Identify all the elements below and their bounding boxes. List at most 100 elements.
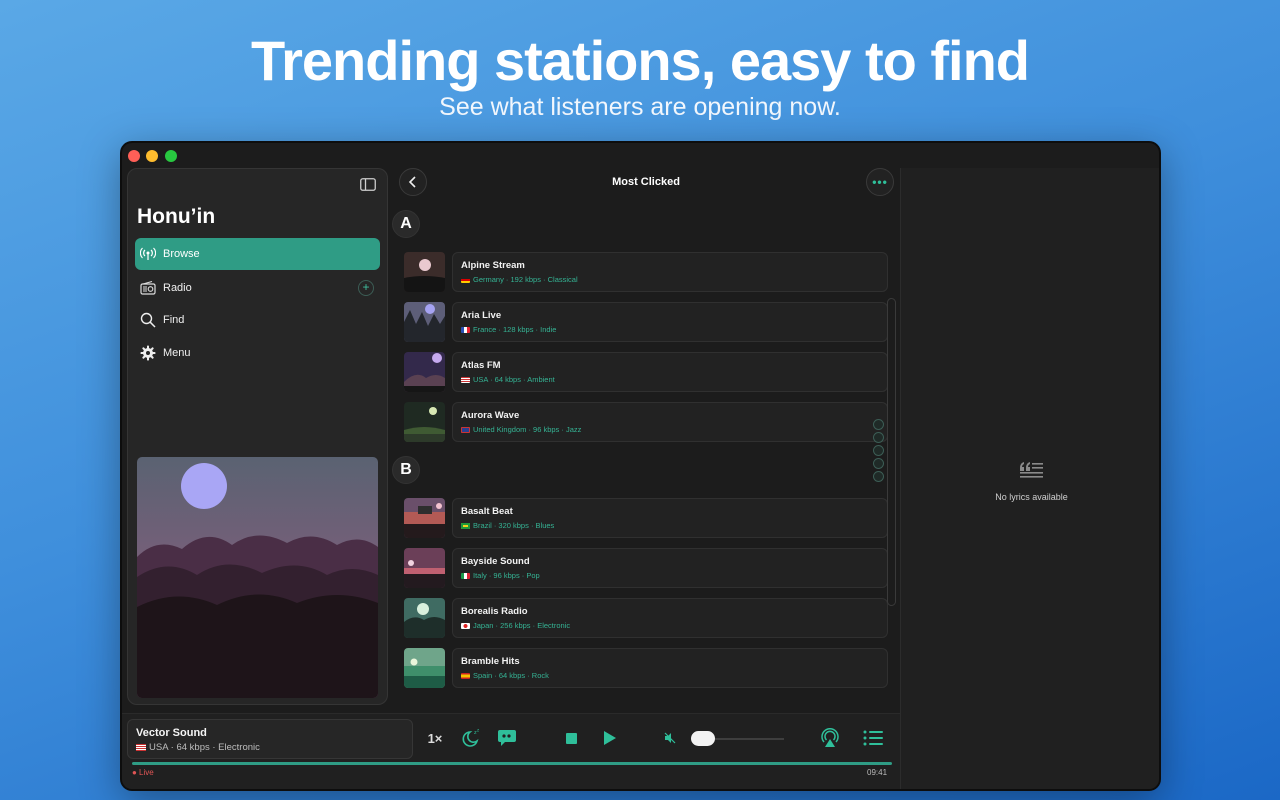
sidebar: Honu’in Browse Radio + Find Menu — [127, 168, 388, 705]
station-meta: Italy · 96 kbps · Pop — [461, 571, 540, 580]
station-artwork — [404, 402, 445, 442]
sleep-timer-button[interactable]: z z — [460, 726, 482, 750]
lyrics-quote-icon — [1020, 462, 1043, 478]
svg-text:z: z — [477, 728, 479, 733]
sidebar-item-label: Menu — [163, 347, 191, 359]
station-card: Bramble Hits Spain · 64 kbps · Rock — [452, 648, 888, 688]
broadcast-icon — [139, 245, 157, 263]
station-card: Alpine Stream Germany · 192 kbps · Class… — [452, 252, 888, 292]
lyrics-button[interactable] — [496, 726, 518, 750]
queue-button[interactable] — [862, 726, 884, 750]
flag-japan-icon — [461, 623, 470, 630]
search-icon — [139, 311, 157, 329]
station-meta: Germany · 192 kbps · Classical — [461, 275, 578, 284]
list-item[interactable]: Atlas FM USA · 64 kbps · Ambient — [404, 352, 888, 392]
list-item[interactable]: Aurora Wave United Kingdom · 96 kbps · J… — [404, 402, 888, 442]
list-item[interactable]: Borealis Radio Japan · 256 kbps · Electr… — [404, 598, 888, 638]
section-index-scrubber[interactable] — [887, 298, 896, 606]
list-item[interactable]: Alpine Stream Germany · 192 kbps · Class… — [404, 252, 888, 292]
hero-title: Trending stations, easy to find — [251, 29, 1030, 92]
page-title: Most Clicked — [612, 176, 680, 188]
list-item[interactable]: Bramble Hits Spain · 64 kbps · Rock — [404, 648, 888, 688]
flag-italy-icon — [461, 573, 470, 580]
lyrics-panel: No lyrics available — [900, 168, 1159, 789]
sidebar-toggle-icon[interactable] — [360, 178, 376, 191]
stop-button[interactable] — [564, 726, 578, 750]
play-button[interactable] — [600, 726, 620, 750]
station-card: Basalt Beat Brazil · 320 kbps · Blues — [452, 498, 888, 538]
live-indicator: ● Live — [132, 768, 154, 777]
radio-icon — [139, 279, 157, 297]
flag-france-icon — [461, 327, 470, 334]
sidebar-item-browse[interactable]: Browse — [135, 238, 380, 270]
station-name: Alpine Stream — [461, 260, 525, 271]
flag-germany-icon — [461, 277, 470, 284]
volume-slider-knob[interactable] — [691, 731, 716, 746]
flag-spain-icon — [461, 673, 470, 680]
station-artwork — [404, 302, 445, 342]
station-name: Basalt Beat — [461, 506, 513, 517]
station-meta: Spain · 64 kbps · Rock — [461, 671, 549, 680]
add-radio-button[interactable]: + — [358, 280, 374, 296]
section-header-a: A — [392, 210, 420, 238]
sidebar-item-label: Find — [163, 314, 185, 326]
close-window-button[interactable] — [128, 150, 140, 162]
sidebar-item-radio[interactable]: Radio + — [135, 272, 380, 304]
playback-speed-button[interactable]: 1× — [423, 726, 447, 750]
station-list-panel: Most Clicked ••• A Alpine Stream Germany… — [392, 168, 900, 711]
index-shortcut-icon[interactable] — [873, 445, 884, 456]
sidebar-item-find[interactable]: Find — [135, 304, 380, 336]
station-artwork — [404, 548, 445, 588]
station-meta: Japan · 256 kbps · Electronic — [461, 621, 570, 630]
list-item[interactable]: Basalt Beat Brazil · 320 kbps · Blues — [404, 498, 888, 538]
index-shortcut-icon[interactable] — [873, 419, 884, 430]
minimize-window-button[interactable] — [146, 150, 158, 162]
section-header-b: B — [392, 456, 420, 484]
now-playing-title: Vector Sound — [136, 727, 207, 739]
station-name: Aurora Wave — [461, 410, 520, 421]
flag-uk-icon — [461, 427, 470, 434]
sidebar-item-menu[interactable]: Menu — [135, 337, 380, 369]
station-card: Aurora Wave United Kingdom · 96 kbps · J… — [452, 402, 888, 442]
list-item[interactable]: Bayside Sound Italy · 96 kbps · Pop — [404, 548, 888, 588]
station-name: Bayside Sound — [461, 556, 530, 567]
now-playing-card[interactable]: Vector Sound USA · 64 kbps · Electronic — [127, 719, 413, 759]
station-artwork — [404, 598, 445, 638]
station-name: Atlas FM — [461, 360, 501, 371]
station-meta: France · 128 kbps · Indie — [461, 325, 556, 334]
list-icon — [863, 730, 883, 746]
station-meta: Brazil · 320 kbps · Blues — [461, 521, 554, 530]
airplay-button[interactable] — [819, 726, 841, 750]
station-artwork — [404, 352, 445, 392]
playback-progress-bar[interactable] — [132, 762, 892, 765]
station-card: Atlas FM USA · 64 kbps · Ambient — [452, 352, 888, 392]
sidebar-item-label: Radio — [163, 282, 192, 294]
station-card: Bayside Sound Italy · 96 kbps · Pop — [452, 548, 888, 588]
sidebar-item-label: Browse — [163, 248, 200, 260]
gear-icon — [139, 344, 157, 362]
player-bar: Vector Sound USA · 64 kbps · Electronic … — [122, 713, 900, 789]
station-name: Bramble Hits — [461, 656, 520, 667]
app-title: Honu’in — [137, 205, 216, 228]
index-shortcut-icon[interactable] — [873, 471, 884, 482]
station-artwork — [404, 498, 445, 538]
hero-subtitle: See what listeners are opening now. — [439, 93, 841, 121]
zoom-window-button[interactable] — [165, 150, 177, 162]
mute-button[interactable] — [663, 726, 677, 750]
index-shortcut-icon[interactable] — [873, 432, 884, 443]
moon-sleep-icon: z z — [462, 728, 479, 747]
station-artwork — [404, 252, 445, 292]
airplay-icon — [821, 728, 839, 747]
stop-icon — [565, 732, 577, 744]
station-meta: USA · 64 kbps · Ambient — [461, 375, 555, 384]
index-shortcut-icon[interactable] — [873, 458, 884, 469]
list-item[interactable]: Aria Live France · 128 kbps · Indie — [404, 302, 888, 342]
no-lyrics-label: No lyrics available — [995, 492, 1068, 502]
more-options-button[interactable]: ••• — [866, 168, 894, 196]
flag-brazil-icon — [461, 523, 470, 530]
speaker-muted-icon — [664, 732, 676, 744]
app-window: Honu’in Browse Radio + Find Menu Most Cl… — [120, 141, 1161, 791]
station-meta: United Kingdom · 96 kbps · Jazz — [461, 425, 581, 434]
now-playing-meta: USA · 64 kbps · Electronic — [136, 742, 260, 753]
station-artwork — [404, 648, 445, 688]
